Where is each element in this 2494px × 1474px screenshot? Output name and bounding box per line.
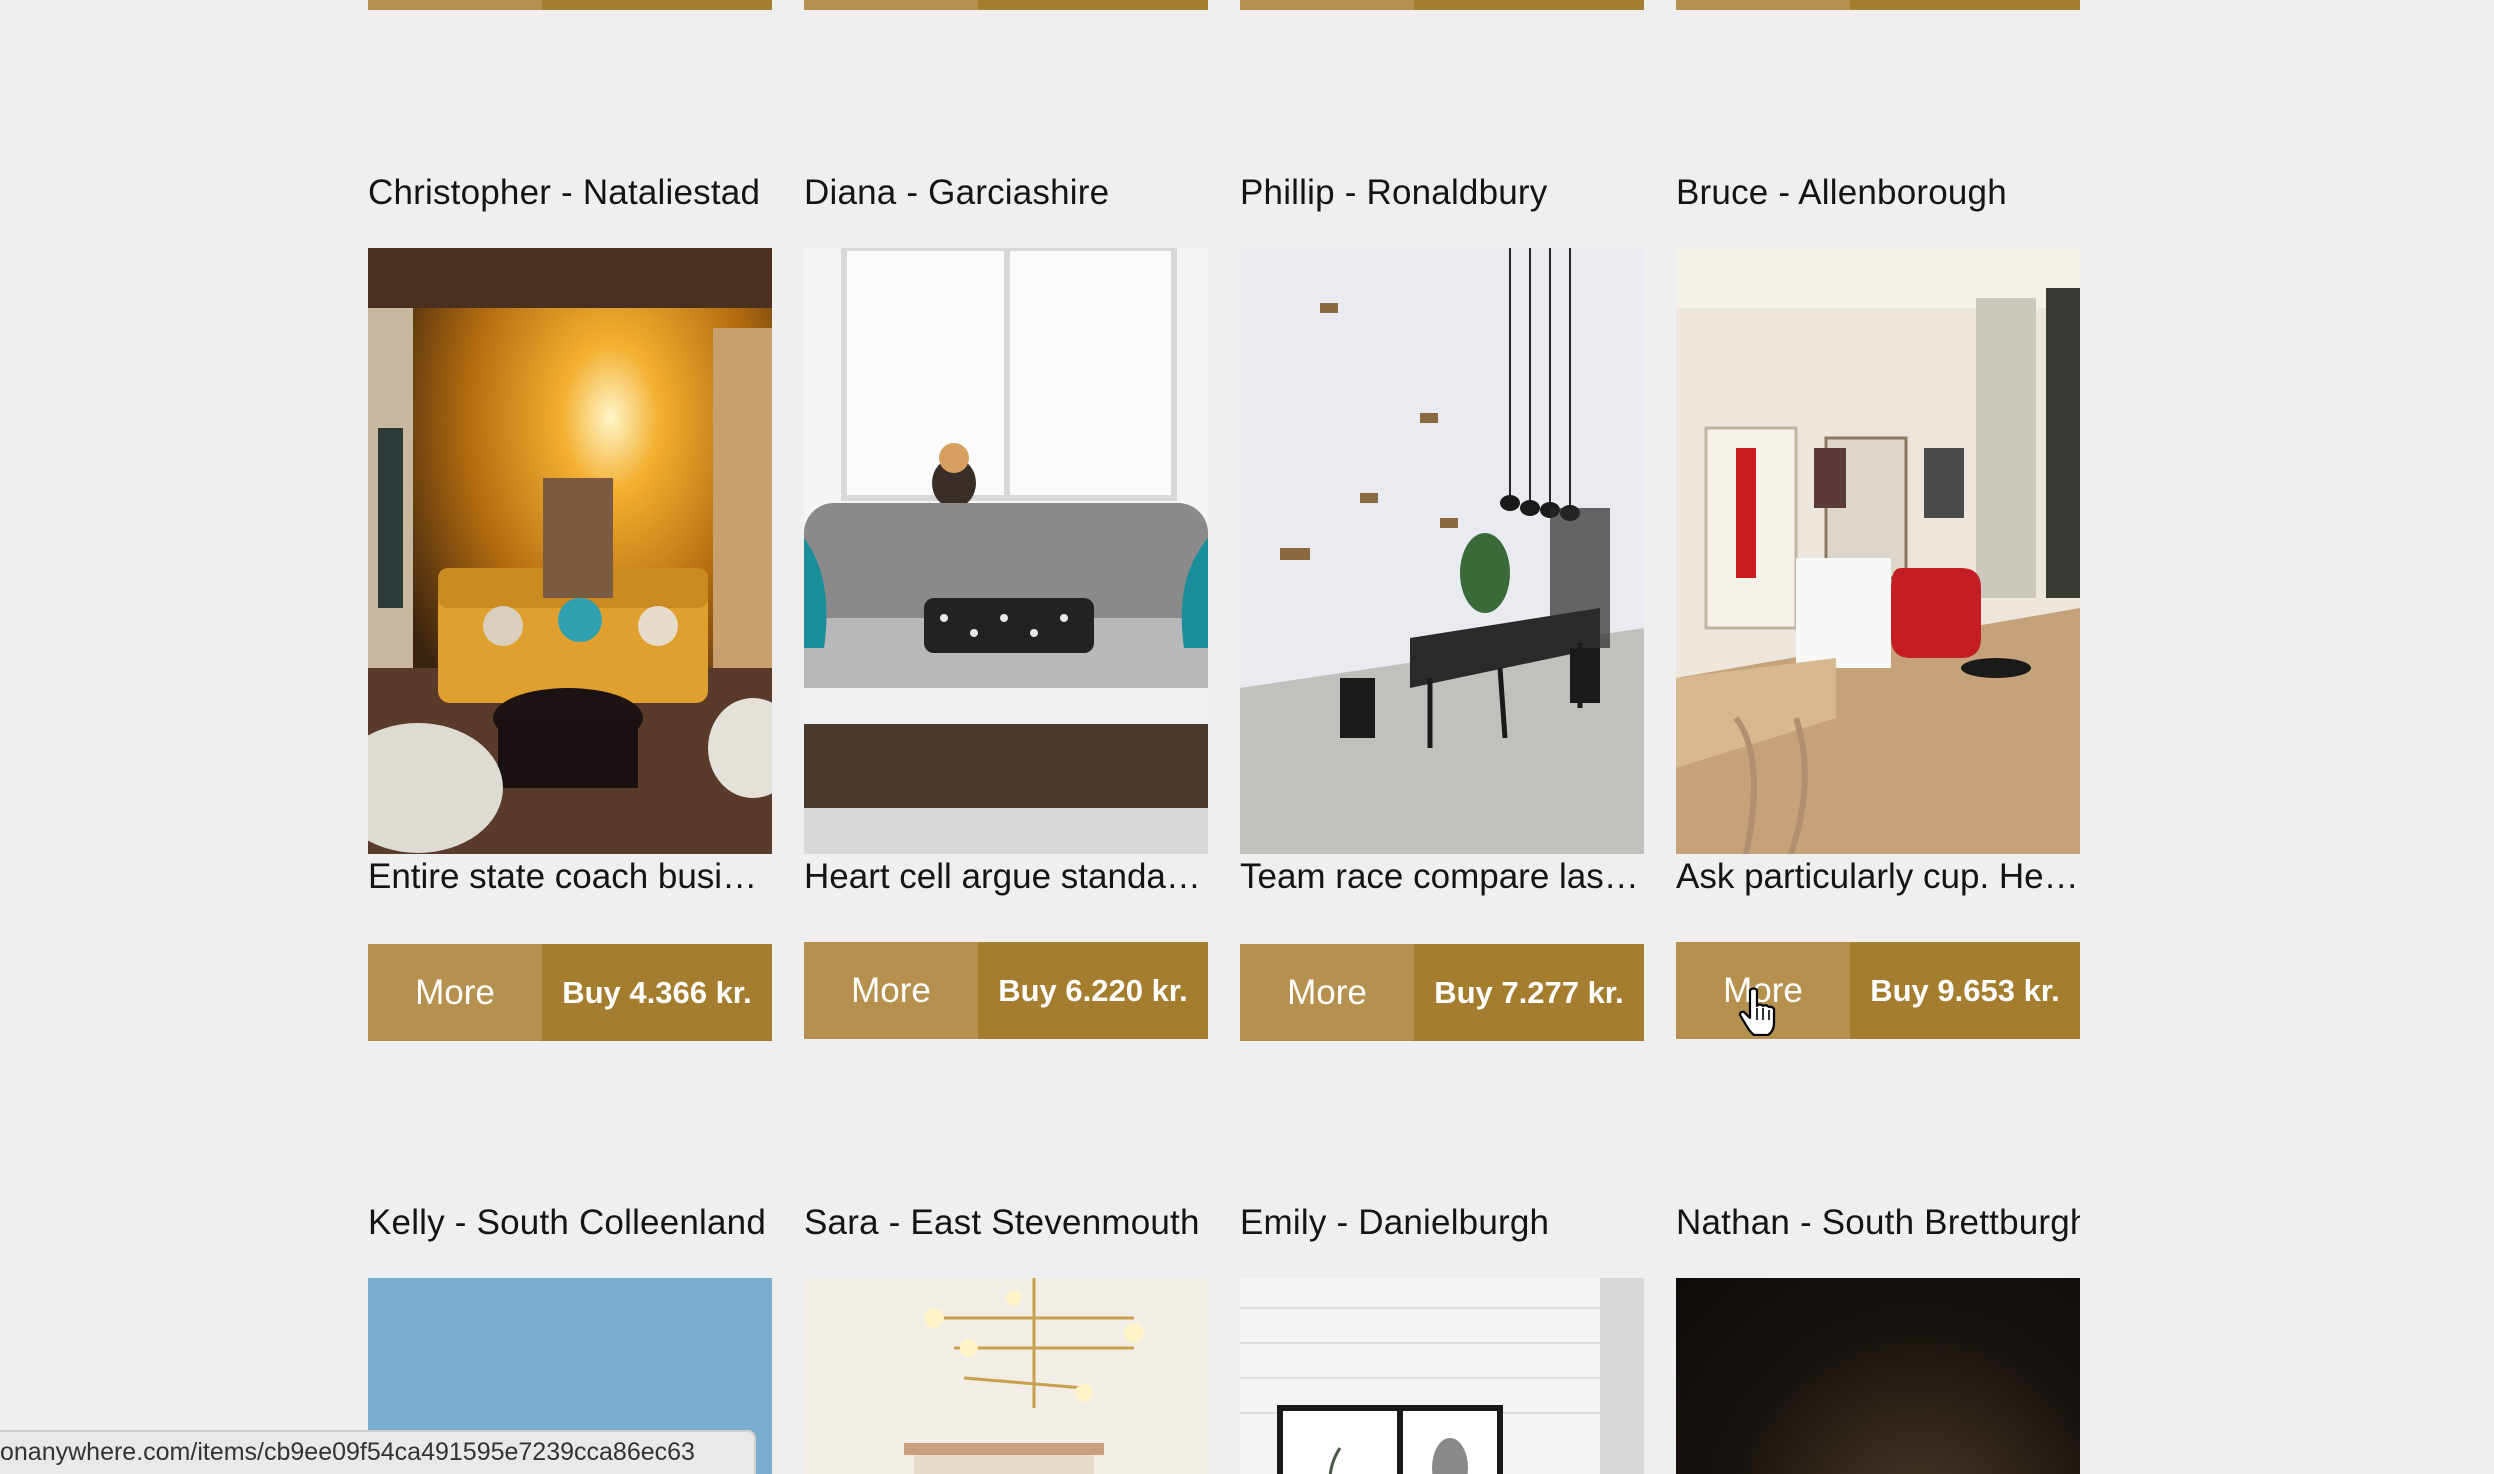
buy-button[interactable]: Buy 6.220 kr. xyxy=(978,942,1208,1039)
listing-photo[interactable] xyxy=(1676,1278,2080,1474)
listing-actions: More Buy 9.653 kr. xyxy=(1676,942,2080,1039)
listing-title: Phillip - Ronaldbury xyxy=(1240,173,1548,212)
listing-title: Christopher - Nataliestad xyxy=(368,173,761,212)
buy-button[interactable]: Buy 7.277 kr. xyxy=(1414,944,1644,1041)
more-button[interactable]: More xyxy=(1240,944,1414,1041)
listing-photo[interactable] xyxy=(1240,1278,1644,1474)
buy-button[interactable]: Buy 9.653 kr. xyxy=(1850,942,2080,1039)
buy-button[interactable]: Buy 4.366 kr. xyxy=(542,944,772,1041)
more-button[interactable]: More xyxy=(368,944,542,1041)
listing-photo[interactable] xyxy=(804,248,1208,854)
listing-card: Diana - Garciashire Heart cell argue sta… xyxy=(804,170,1208,1041)
hand-cursor-icon xyxy=(1738,987,1776,1036)
listing-description: Team race compare last… xyxy=(1240,857,1644,896)
listing-photo[interactable] xyxy=(1240,248,1644,854)
more-button[interactable]: More xyxy=(804,942,978,1039)
button-strip[interactable] xyxy=(1240,0,1644,10)
listing-card: Sara - East Stevenmouth xyxy=(804,1200,1208,1474)
listing-photo[interactable] xyxy=(1676,248,2080,854)
listing-actions: More Buy 6.220 kr. xyxy=(804,942,1208,1039)
listing-card: Nathan - South Brettburgh xyxy=(1676,1200,2080,1474)
listing-card: Christopher - Nataliestad Entire state c… xyxy=(368,170,772,1041)
listing-description: Heart cell argue standar… xyxy=(804,857,1208,896)
button-strip[interactable] xyxy=(1676,0,2080,10)
previous-row-buttons xyxy=(368,0,2080,10)
button-strip[interactable] xyxy=(368,0,772,10)
listing-title: Diana - Garciashire xyxy=(804,173,1110,212)
listing-title: Sara - East Stevenmouth xyxy=(804,1203,1200,1242)
listing-description: Ask particularly cup. Her… xyxy=(1676,857,2080,896)
listing-title: Nathan - South Brettburgh xyxy=(1676,1203,2080,1242)
listing-title: Bruce - Allenborough xyxy=(1676,173,2007,212)
button-strip[interactable] xyxy=(804,0,1208,10)
listing-card: Phillip - Ronaldbury Team race compare l… xyxy=(1240,170,1644,1041)
listing-title: Emily - Danielburgh xyxy=(1240,1203,1550,1242)
listing-title: Kelly - South Colleenland xyxy=(368,1203,767,1242)
listing-grid-row: Christopher - Nataliestad Entire state c… xyxy=(368,170,2080,1041)
listing-actions: More Buy 7.277 kr. xyxy=(1240,944,1644,1041)
listing-card: Bruce - Allenborough Ask particularly cu… xyxy=(1676,170,2080,1041)
listing-photo[interactable] xyxy=(368,248,772,854)
listing-card: Emily - Danielburgh xyxy=(1240,1200,1644,1474)
listing-description: Entire state coach busin… xyxy=(368,857,772,896)
listing-photo[interactable] xyxy=(804,1278,1208,1474)
listing-actions: More Buy 4.366 kr. xyxy=(368,944,772,1041)
status-bar-url: onanywhere.com/items/cb9ee09f54ca491595e… xyxy=(0,1430,756,1474)
